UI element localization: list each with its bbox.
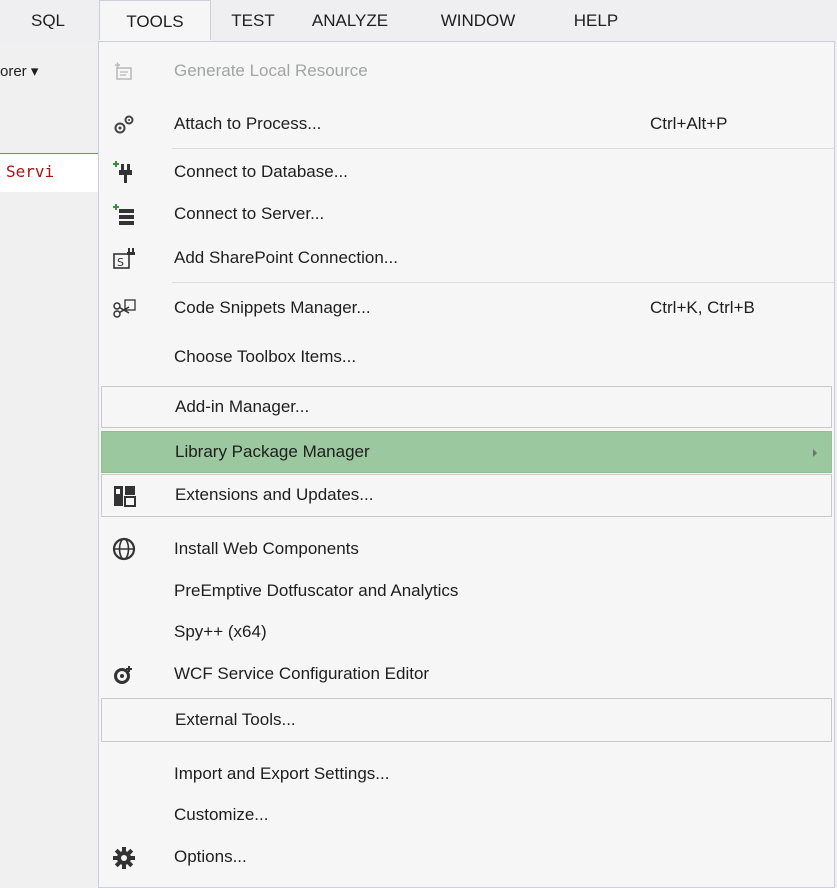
menu-test[interactable]: TEST [221,0,285,42]
database-connect-icon [111,159,137,185]
menu-item-label: Extensions and Updates... [175,485,374,504]
menu-item-add-sharepoint-connection[interactable]: S Add SharePoint Connection... [99,236,834,282]
menu-window[interactable]: WINDOW [416,0,540,42]
menu-item-label: Customize... [174,805,269,824]
svg-text:S: S [117,256,124,269]
menu-item-label: Spy++ (x64) [174,622,267,641]
extensions-icon [112,483,138,509]
menu-item-library-package-manager[interactable]: Library Package Manager [101,431,832,473]
tools-dropdown: Generate Local Resource Attach to Proces… [98,41,835,888]
menu-item-label: Add-in Manager... [175,397,310,416]
menu-item-label: Connect to Database... [174,162,348,181]
menu-item-install-web-components[interactable]: Install Web Components [99,529,834,571]
menu-item-label: PreEmptive Dotfuscator and Analytics [174,581,459,600]
menu-item-external-tools[interactable]: External Tools... [101,698,832,742]
menu-item-spy-plus-plus[interactable]: Spy++ (x64) [99,613,834,653]
menu-item-label: Choose Toolbox Items... [174,347,357,366]
resource-icon [111,59,137,85]
menu-item-label: Options... [174,847,247,866]
menu-item-add-in-manager[interactable]: Add-in Manager... [101,386,832,428]
menu-item-label: Library Package Manager [175,442,370,461]
web-components-icon [111,536,137,562]
code-text: Servi [6,162,55,181]
menu-sql[interactable]: SQL [18,0,78,42]
wcf-config-icon [111,662,137,688]
menu-item-code-snippets-manager[interactable]: Code Snippets Manager... Ctrl+K, Ctrl+B [99,284,834,334]
menu-analyze[interactable]: ANALYZE [295,0,405,42]
menu-help[interactable]: HELP [556,0,636,42]
submenu-arrow-icon [813,449,817,457]
menu-item-wcf-service-configuration-editor[interactable]: WCF Service Configuration Editor [99,653,834,697]
menu-item-label: Generate Local Resource [174,61,368,80]
menu-item-choose-toolbox-items[interactable]: Choose Toolbox Items... [99,334,834,382]
menu-item-label: WCF Service Configuration Editor [174,664,430,683]
menu-item-label: Attach to Process... [174,114,322,133]
menu-item-extensions-and-updates[interactable]: Extensions and Updates... [101,474,832,517]
menu-item-generate-local-resource[interactable]: Generate Local Resource [99,42,834,102]
menu-item-label: Add SharePoint Connection... [174,248,398,267]
gears-icon [111,112,137,138]
code-editor-fragment: Servi [0,153,100,192]
solution-explorer-fragment[interactable]: orer ▾ [0,62,38,80]
menu-item-shortcut: Ctrl+K, Ctrl+B [650,298,755,317]
snippets-icon [111,296,137,322]
menu-separator [172,282,834,283]
menu-item-label: Connect to Server... [174,204,325,223]
menu-item-label: External Tools... [175,710,296,729]
menu-bar: SQL TOOLS TEST ANALYZE WINDOW HELP [0,0,837,42]
menu-item-connect-to-database[interactable]: Connect to Database... [99,150,834,194]
menu-item-label: Import and Export Settings... [174,764,390,783]
menu-item-options[interactable]: Options... [99,836,834,880]
sharepoint-icon: S [111,246,137,272]
menu-item-shortcut: Ctrl+Alt+P [650,114,728,133]
menu-item-import-export-settings[interactable]: Import and Export Settings... [99,754,834,796]
menu-separator [172,148,834,149]
menu-item-attach-to-process[interactable]: Attach to Process... Ctrl+Alt+P [99,102,834,148]
menu-item-connect-to-server[interactable]: Connect to Server... [99,194,834,236]
menu-item-label: Install Web Components [174,539,359,558]
gear-icon [111,845,137,871]
menu-item-customize[interactable]: Customize... [99,796,834,836]
server-connect-icon [111,202,137,228]
menu-item-label: Code Snippets Manager... [174,298,371,317]
menu-item-preemptive-dotfuscator[interactable]: PreEmptive Dotfuscator and Analytics [99,571,834,613]
menu-tools[interactable]: TOOLS [99,0,211,42]
